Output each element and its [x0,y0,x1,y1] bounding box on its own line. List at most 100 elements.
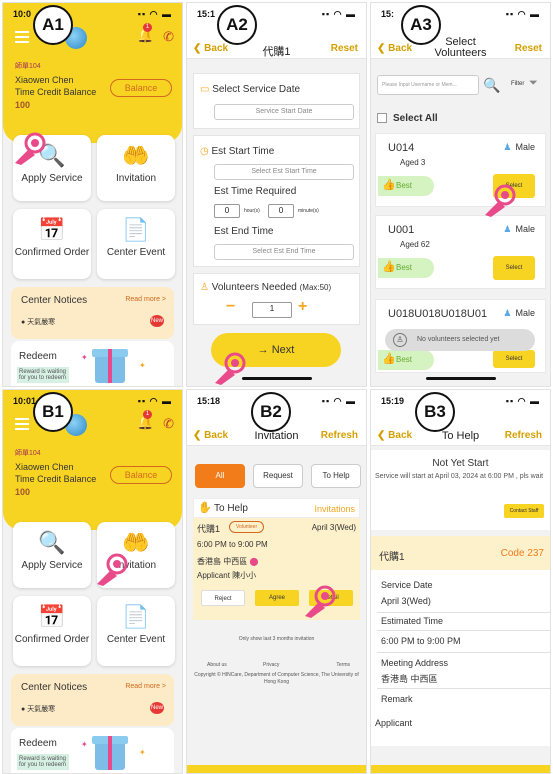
signal-icons: ▪▪ ◠ ▬ [321,396,356,406]
confetti-icon: ✦ [81,740,88,749]
hand-icon: ✋ [198,502,212,514]
tile-label: Confirmed Order [14,634,90,645]
center-notices[interactable]: Center Notices Read more > ● 天氣嚴寒 New [11,287,174,339]
status-time: 15:19 [381,396,405,406]
gift-icon [92,349,128,383]
minutes-input[interactable]: 0 [268,204,294,218]
person-icon: ♙ [393,333,407,347]
select-button[interactable]: Select [493,256,535,280]
menu-icon[interactable] [15,31,29,43]
new-badge: New [150,315,164,327]
phone-icon[interactable]: ✆ [163,416,174,432]
service-date-label: Service Date [381,580,433,590]
contact-staff-button[interactable]: Contact Staff [504,504,544,518]
estimated-time-value: 6:00 PM to 9:00 PM [381,636,461,646]
search-input[interactable]: Please Input Username or Mem... [377,75,479,95]
select-all-checkbox[interactable]: Select All [377,113,438,124]
tap-gesture-icon [305,585,336,618]
tile-label: Center Event [106,634,166,645]
signal-icons: ▪▪ ◠ ▬ [137,396,172,406]
balance-button[interactable]: Balance [110,466,172,484]
privacy-link[interactable]: Privacy [263,662,279,668]
hours-input[interactable]: 0 [214,204,240,218]
volunteer-card[interactable]: U001 Aged 62 ♟ Male 👍 Best Select [375,215,546,289]
status-time: 10:01 [13,396,37,406]
reset-button[interactable]: Reset [331,43,358,54]
person-icon: ♟ [503,142,512,152]
tile-label: Center Event [106,247,166,258]
confirmed-order-tile[interactable]: 📅 Confirmed Order [13,209,91,279]
balance-button[interactable]: Balance [110,79,172,97]
reset-button[interactable]: Reset [515,43,542,54]
status-bar: 15: ▪▪ ◠ ▬ [371,9,550,23]
est-start-input[interactable]: Select Est Start Time [214,164,354,180]
about-link[interactable]: About us [207,662,227,668]
center-notices[interactable]: Center Notices Read more > ● 天氣嚴寒 New [11,674,174,726]
signal-icons: ▪▪ ◠ ▬ [137,9,172,19]
agree-button[interactable]: Agree [255,590,299,606]
tab-all[interactable]: All [195,464,245,488]
bottom-bar [371,765,550,773]
gender: ♟ Male [503,308,535,319]
status-time: 15:18 [197,396,221,406]
read-more-link[interactable]: Read more > [125,683,166,690]
redeem-banner[interactable]: Redeem Reward is waiting for you to rede… [11,341,174,386]
minus-button[interactable]: − [226,298,235,316]
notice-item-text: 天氣嚴寒 [27,706,56,713]
tap-gesture-icon [97,553,128,586]
user-name: Xiaowen Chen [15,75,74,85]
volunteer-name: U001 [388,224,415,236]
confetti-icon: ✦ [139,361,146,370]
balance-label: Time Credit Balance [15,474,97,484]
tab-to-help[interactable]: To Help [311,464,361,488]
best-label: Best [396,263,413,272]
terms-link[interactable]: Terms [336,662,350,668]
home-indicator [425,377,496,380]
gender-label: Male [515,224,535,234]
estimated-time-label: Estimated Time [381,616,444,626]
confirmed-order-tile[interactable]: 📅 Confirmed Order [13,596,91,666]
card-location: 香港島 中西區 ⬤ [197,556,258,567]
center-event-tile[interactable]: 📄 Center Event [97,596,175,666]
status-description: Service will start at April 03, 2024 at … [375,473,544,480]
est-end-input[interactable]: Select Est End Time [214,244,354,260]
balance-value: 100 [15,100,31,110]
service-date-input[interactable]: Service Start Date [214,104,354,120]
card-date: April 3(Wed) [311,523,356,532]
volunteers-count-input[interactable]: 1 [252,302,292,318]
step-marker: A3 [401,5,441,45]
menu-icon[interactable] [15,418,29,430]
plus-button[interactable]: + [298,298,307,316]
history-note: Only show last 3 months invitation [238,636,315,642]
step-marker: B1 [33,392,73,432]
user-id: 師單104 [15,63,41,70]
volunteer-card[interactable]: U014 Aged 3 ♟ Male 👍 Best Select [375,133,546,207]
refresh-button[interactable]: Refresh [321,430,358,441]
label-text: Select Service Date [212,84,301,95]
select-button[interactable]: Select [493,350,535,368]
filter-label[interactable]: Filter [511,81,524,87]
notice-item[interactable]: ● 天氣嚴寒 [21,704,55,714]
read-more-link[interactable]: Read more > [125,296,166,303]
volunteer-pill: Volunteer [229,521,265,533]
redeem-banner[interactable]: Redeem Reward is waiting for you to rede… [11,728,174,773]
meeting-address-label: Meeting Address [381,658,449,668]
invitation-tile[interactable]: 🤲 Invitation [97,135,175,201]
balance-label: Time Credit Balance [15,87,97,97]
confetti-icon: ✦ [81,353,88,362]
apply-service-tile[interactable]: 🔍 Apply Service [13,522,91,588]
gender-label: Male [515,142,535,152]
tab-request[interactable]: Request [253,464,303,488]
refresh-button[interactable]: Refresh [505,430,542,441]
reject-button[interactable]: Reject [201,590,245,606]
filter-icon[interactable]: ⏷ [529,77,538,90]
search-icon[interactable]: 🔍 [483,77,500,94]
notice-item[interactable]: ● 天氣嚴寒 [21,317,55,327]
tap-gesture-icon [15,132,46,165]
center-event-tile[interactable]: 📄 Center Event [97,209,175,279]
divider [377,688,550,689]
balance-value: 100 [15,487,31,497]
phone-icon[interactable]: ✆ [163,29,174,45]
status-bar: 15:1 ▪▪ ◠ ▬ [187,9,366,23]
divider [377,652,550,653]
